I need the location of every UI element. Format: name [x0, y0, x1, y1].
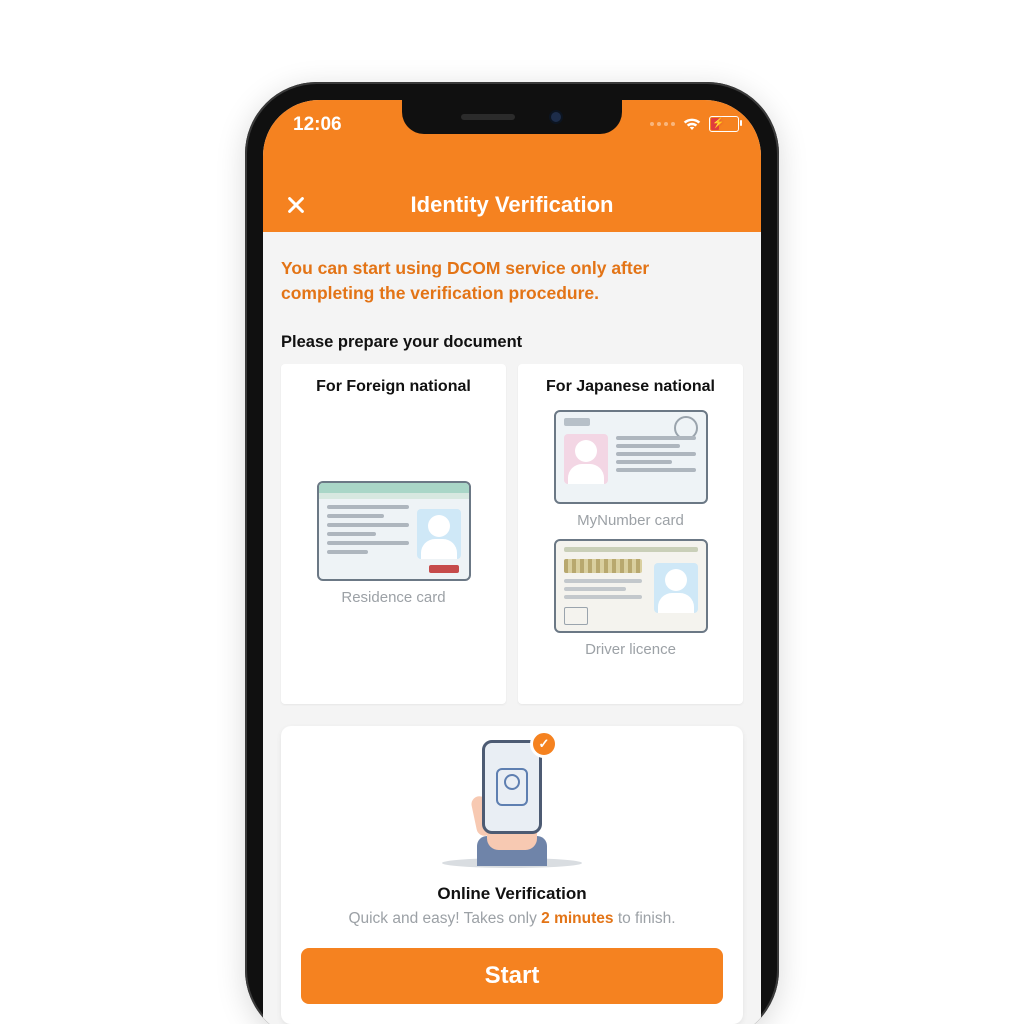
phone-screen: 12:06 ⚡ Identity Verification: [263, 100, 761, 1024]
notice-text: You can start using DCOM service only af…: [281, 256, 743, 307]
doc-mynumber-label: MyNumber card: [577, 512, 684, 529]
cellular-icon: [650, 122, 675, 126]
option-japanese-title: For Japanese national: [546, 378, 715, 396]
selfie-phone-illustration: ✓: [301, 750, 723, 870]
verification-title: Online Verification: [301, 884, 723, 904]
prepare-label: Please prepare your document: [281, 333, 743, 352]
doc-driver-label: Driver licence: [585, 641, 676, 658]
option-foreign-title: For Foreign national: [316, 378, 471, 396]
phone-frame: 12:06 ⚡ Identity Verification: [245, 82, 779, 1024]
doc-driver-licence: Driver licence: [554, 539, 708, 658]
page-title: Identity Verification: [411, 192, 614, 218]
verification-description: Quick and easy! Takes only 2 minutes to …: [301, 910, 723, 928]
close-icon: [285, 194, 307, 216]
doc-residence-label: Residence card: [341, 589, 445, 606]
option-foreign-national[interactable]: For Foreign national Reside: [281, 364, 506, 704]
battery-charging-icon: ⚡: [709, 116, 739, 132]
app-header: Identity Verification: [263, 178, 761, 232]
phone-notch: [402, 100, 622, 134]
status-time: 12:06: [293, 114, 342, 136]
option-japanese-national[interactable]: For Japanese national: [518, 364, 743, 704]
checkmark-badge-icon: ✓: [530, 730, 558, 758]
residence-card-icon: [317, 481, 471, 581]
doc-mynumber-card: MyNumber card: [554, 410, 708, 529]
start-button[interactable]: Start: [301, 948, 723, 1004]
driver-licence-icon: [554, 539, 708, 633]
close-button[interactable]: [283, 192, 309, 218]
mynumber-card-icon: [554, 410, 708, 504]
wifi-icon: [683, 117, 701, 131]
doc-residence-card: Residence card: [317, 481, 471, 606]
online-verification-panel: ✓ Online Verification Quick and easy! Ta…: [281, 726, 743, 1024]
